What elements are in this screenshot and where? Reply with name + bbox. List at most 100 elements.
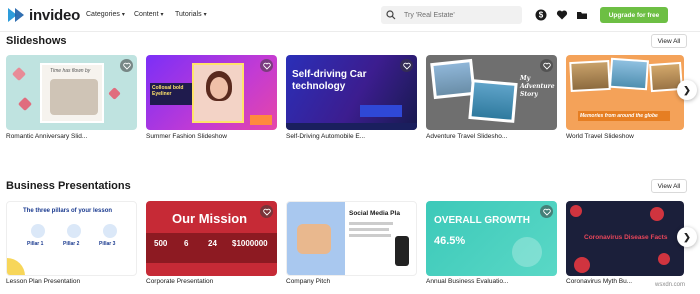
card-title[interactable]: Lesson Plan Presentation (6, 278, 80, 285)
text-line (349, 228, 389, 231)
photo-frame: Time has flown by (40, 63, 104, 123)
polaroid-photo (430, 58, 476, 100)
card-title[interactable]: Company Pitch (286, 278, 330, 285)
person-shape (297, 224, 331, 254)
view-all-button[interactable]: View All (651, 179, 687, 193)
polaroid-photo (608, 57, 650, 91)
photo-image (50, 79, 98, 115)
chevron-right-icon: ❯ (683, 231, 691, 242)
photo-image (287, 202, 345, 275)
template-card[interactable]: Time has flown by (6, 55, 137, 130)
figure-illustration (395, 236, 409, 266)
favorite-heart-icon[interactable] (260, 59, 273, 72)
polaroid-photo (569, 59, 611, 93)
photo-image (192, 63, 244, 123)
photo-image (611, 59, 647, 89)
heart-decoration (11, 66, 27, 82)
template-card[interactable]: Social Media Pla (286, 201, 417, 276)
text-line (349, 222, 393, 225)
pillar-label: Pillar 1 (27, 241, 44, 247)
photo-image (433, 62, 473, 96)
favorite-heart-icon[interactable] (120, 59, 133, 72)
bottom-strip (286, 123, 417, 130)
search-input[interactable]: Try 'Real Estate' (381, 6, 522, 24)
upgrade-button[interactable]: Upgrade for free (600, 7, 668, 23)
card-title[interactable]: Coronavirus Myth Bu... (566, 278, 632, 285)
thumb-caption: Time has flown by (50, 68, 91, 74)
accent-block (250, 115, 272, 125)
virus-illustration (658, 253, 670, 265)
card-title[interactable]: World Travel Slideshow (566, 133, 634, 140)
thumb-caption: Collosal bold Eyeliner (152, 85, 184, 97)
favorite-heart-icon[interactable] (540, 59, 553, 72)
card-title[interactable]: Adventure Travel Slidesho... (426, 133, 507, 140)
favorite-heart-icon[interactable] (540, 205, 553, 218)
search-icon (386, 10, 396, 20)
plant-illustration (512, 237, 542, 267)
photo-image (471, 82, 515, 120)
template-card[interactable]: The three pillars of your lesson Pillar … (6, 201, 137, 276)
template-card[interactable]: My Adventure Story (426, 55, 557, 130)
photo-image (571, 62, 609, 90)
thumb-caption: Memories from around the globe (580, 113, 658, 119)
template-card[interactable]: Coronavirus Disease Facts (566, 201, 684, 276)
polaroid-photo (468, 79, 518, 123)
invideo-logo[interactable]: invideo (6, 6, 80, 24)
template-card[interactable]: Collosal bold Eyeliner (146, 55, 277, 130)
pillar-circle (103, 224, 117, 238)
top-header: invideo Categories ▾ Content ▾ Tutorials ▾ … (0, 0, 700, 32)
favorite-heart-icon[interactable] (400, 59, 413, 72)
nav-categories[interactable]: Categories ▾ (86, 11, 125, 18)
carousel-next-button[interactable]: ❯ (677, 80, 697, 100)
card-title[interactable]: Romantic Anniversary Slid... (6, 133, 87, 140)
thumb-caption: OVERALL GROWTH (434, 215, 530, 226)
view-all-button[interactable]: View All (651, 34, 687, 48)
accent-shape (7, 258, 25, 275)
thumb-caption: Social Media Pla (349, 210, 400, 217)
logo-text: invideo (29, 6, 81, 24)
thumb-caption: The three pillars of your lesson (23, 208, 113, 214)
card-title[interactable]: Annual Business Evaluatio... (426, 278, 508, 285)
stat-value: 24 (208, 239, 217, 248)
stat-value: 500 (154, 239, 168, 248)
thumb-caption: Self-driving Car technology (292, 69, 367, 92)
nav-content[interactable]: Content ▾ (134, 11, 164, 18)
watermark: wsxdn.com (655, 282, 686, 288)
stats-band (146, 233, 277, 263)
chevron-down-icon: ▾ (160, 12, 164, 18)
heart-icon[interactable] (556, 9, 568, 21)
nav-tutorials-label: Tutorials (175, 11, 202, 18)
card-title[interactable]: Self-Driving Automobile E... (286, 133, 365, 140)
stat-value: 46.5% (434, 235, 466, 247)
nav-content-label: Content (134, 11, 159, 18)
dollar-icon[interactable]: $ (535, 9, 547, 21)
folder-icon[interactable] (576, 9, 588, 21)
text-line (349, 234, 391, 237)
carousel-next-button[interactable]: ❯ (677, 227, 697, 247)
thumb-caption: My Adventure Story (520, 75, 555, 98)
template-card[interactable]: Our Mission 500 6 24 $1000000 (146, 201, 277, 276)
pillar-label: Pillar 2 (63, 241, 80, 247)
svg-text:$: $ (539, 11, 544, 20)
pillar-circle (67, 224, 81, 238)
section-title-slideshows: Slideshows (6, 35, 67, 47)
thumb-caption: Coronavirus Disease Facts (584, 234, 668, 241)
template-card[interactable]: Self-driving Car technology (286, 55, 417, 130)
template-card[interactable]: Memories from around the globe (566, 55, 684, 130)
search-placeholder: Try 'Real Estate' (404, 11, 455, 19)
virus-illustration (650, 207, 664, 221)
nav-categories-label: Categories (86, 11, 120, 18)
thumb-caption: Our Mission (172, 211, 248, 226)
favorite-heart-icon[interactable] (260, 205, 273, 218)
pillar-circle (31, 224, 45, 238)
card-title[interactable]: Summer Fashion Slideshow (146, 133, 227, 140)
stat-value: $1000000 (232, 239, 268, 248)
template-card[interactable]: OVERALL GROWTH 46.5% (426, 201, 557, 276)
heart-decoration (108, 87, 121, 100)
card-title[interactable]: Corporate Presentation (146, 278, 213, 285)
heart-decoration (17, 96, 33, 112)
section-title-business-presentations: Business Presentations (6, 180, 131, 192)
face-shape (210, 77, 228, 99)
nav-tutorials[interactable]: Tutorials ▾ (175, 11, 207, 18)
photo-image (651, 64, 681, 90)
